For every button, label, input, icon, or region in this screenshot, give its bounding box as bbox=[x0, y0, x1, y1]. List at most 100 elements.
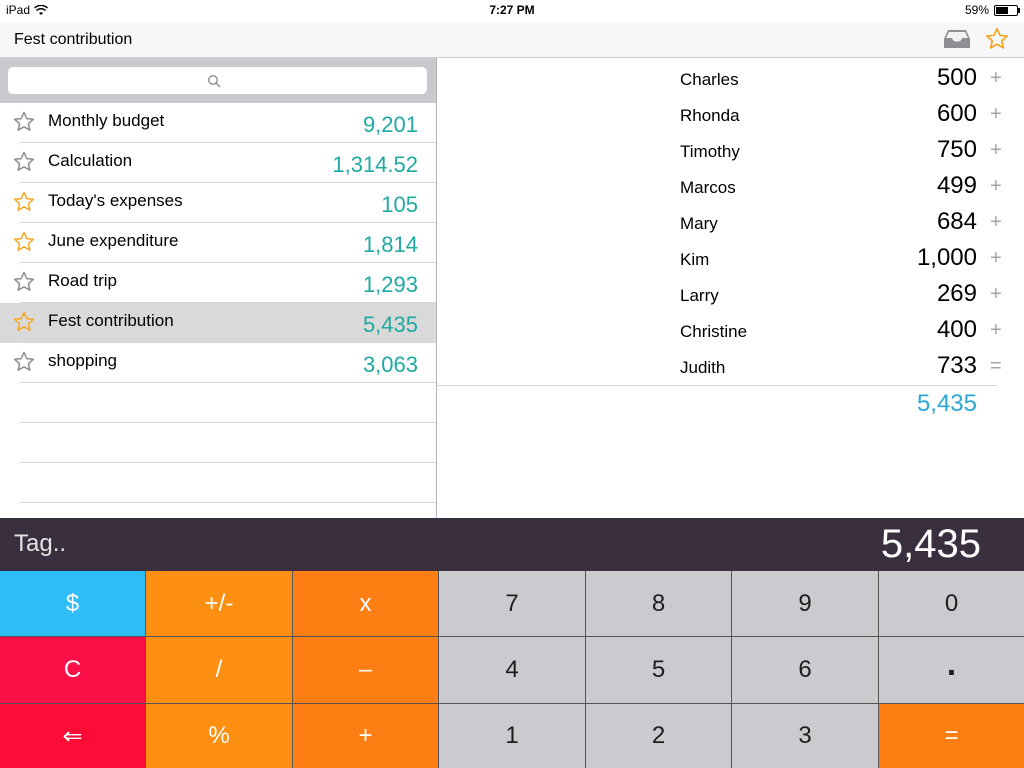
entry-row[interactable]: Mary 684 + bbox=[437, 202, 1024, 238]
entry-operator: + bbox=[990, 103, 1002, 125]
keypad: $ +/- x 7 8 9 0 C / –4 5 6. ⇐% +1 2 3 = bbox=[0, 571, 1024, 768]
total-divider bbox=[437, 385, 997, 386]
key-7[interactable]: 7 bbox=[439, 571, 585, 636]
multiply-key[interactable]: x bbox=[293, 571, 438, 636]
entry-label[interactable]: Rhonda bbox=[680, 106, 740, 126]
sheet-row[interactable]: June expenditure 1,814 bbox=[0, 223, 436, 263]
entry-value[interactable]: 1,000 bbox=[917, 244, 977, 272]
search-icon bbox=[207, 74, 221, 88]
entry-value[interactable]: 269 bbox=[937, 280, 977, 308]
status-time: 7:27 PM bbox=[489, 3, 535, 17]
entry-label[interactable]: Christine bbox=[680, 322, 747, 342]
status-bar: iPad 7:27 PM 59% bbox=[0, 0, 1024, 22]
favorite-star-icon[interactable] bbox=[984, 26, 1010, 52]
entry-row[interactable]: Judith 733 = bbox=[437, 346, 1024, 382]
entry-value[interactable]: 400 bbox=[937, 316, 977, 344]
entry-row[interactable]: Rhonda 600 + bbox=[437, 94, 1024, 130]
empty-row bbox=[0, 463, 436, 503]
star-icon[interactable] bbox=[12, 350, 36, 374]
search-bar bbox=[0, 58, 436, 103]
entry-label[interactable]: Mary bbox=[680, 214, 718, 234]
entry-operator: + bbox=[990, 67, 1002, 89]
entry-operator: + bbox=[990, 139, 1002, 161]
entry-operator: = bbox=[990, 355, 1002, 377]
key-8[interactable]: 8 bbox=[586, 571, 731, 636]
dollar-key[interactable]: $ bbox=[0, 571, 145, 636]
sheet-value: 1,814 bbox=[362, 232, 418, 257]
entry-operator: + bbox=[990, 247, 1002, 269]
key-9[interactable]: 9 bbox=[732, 571, 878, 636]
sheet-value: 9,201 bbox=[362, 112, 418, 137]
battery-percent: 59% bbox=[964, 3, 989, 17]
entry-row[interactable]: Timothy 750 + bbox=[437, 130, 1024, 166]
sheet-row[interactable]: Monthly budget 9,201 bbox=[0, 103, 436, 143]
key-3[interactable]: 3 bbox=[732, 704, 878, 768]
key-2[interactable]: 2 bbox=[586, 704, 731, 768]
sheet-row[interactable]: Calculation 1,314.52 bbox=[0, 143, 436, 183]
sheet-row[interactable]: Today's expenses 105 bbox=[0, 183, 436, 223]
sheet-name: Today's expenses bbox=[48, 191, 183, 210]
key-6[interactable]: 6 bbox=[732, 637, 878, 703]
key-4[interactable]: 4 bbox=[439, 637, 585, 703]
battery-icon bbox=[994, 4, 1020, 16]
entry-row[interactable]: Marcos 499 + bbox=[437, 166, 1024, 202]
entry-operator: + bbox=[990, 175, 1002, 197]
backspace-key[interactable]: ⇐ bbox=[0, 704, 145, 768]
clear-key[interactable]: C bbox=[0, 637, 145, 703]
entry-row[interactable]: Charles 500 + bbox=[437, 58, 1024, 94]
star-icon[interactable] bbox=[12, 230, 36, 254]
entry-row[interactable]: Kim 1,000 + bbox=[437, 238, 1024, 274]
add-key[interactable]: + bbox=[293, 704, 438, 768]
entry-row[interactable]: Christine 400 + bbox=[437, 310, 1024, 346]
sheet-row[interactable]: Road trip 1,293 bbox=[0, 263, 436, 303]
entry-operator: + bbox=[990, 283, 1002, 305]
empty-row bbox=[0, 383, 436, 423]
sign-key[interactable]: +/- bbox=[146, 571, 292, 636]
entry-value[interactable]: 499 bbox=[937, 172, 977, 200]
sheet-name: Fest contribution bbox=[48, 311, 174, 330]
calculator-display: Tag.. 5,435 bbox=[0, 518, 1024, 571]
equals-key[interactable]: = bbox=[879, 704, 1024, 768]
decimal-key[interactable]: . bbox=[879, 637, 1024, 703]
tag-field[interactable]: Tag.. bbox=[14, 530, 66, 558]
subtract-key[interactable]: – bbox=[293, 637, 438, 703]
key-1[interactable]: 1 bbox=[439, 704, 585, 768]
key-5[interactable]: 5 bbox=[586, 637, 731, 703]
sheet-name: June expenditure bbox=[48, 231, 179, 250]
entry-value[interactable]: 600 bbox=[937, 100, 977, 128]
entry-operator: + bbox=[990, 319, 1002, 341]
sheet-value: 1,314.52 bbox=[332, 152, 418, 177]
sheet-value: 5,435 bbox=[362, 312, 418, 337]
star-icon[interactable] bbox=[12, 190, 36, 214]
star-icon[interactable] bbox=[12, 270, 36, 294]
percent-key[interactable]: % bbox=[146, 704, 292, 768]
calculation-pane: Charles 500 + Rhonda 600 + Timothy 750 + Marcos 49… bbox=[437, 58, 1024, 518]
entry-value[interactable]: 500 bbox=[937, 64, 977, 92]
empty-row bbox=[0, 423, 436, 463]
star-icon[interactable] bbox=[12, 310, 36, 334]
sheet-row[interactable]: shopping 3,063 bbox=[0, 343, 436, 383]
sheet-list-pane: Monthly budget 9,201 Calculation 1,314.52 To… bbox=[0, 58, 437, 518]
nav-bar: Fest contribution bbox=[0, 22, 1024, 58]
entry-label[interactable]: Kim bbox=[680, 250, 709, 270]
entry-value[interactable]: 750 bbox=[937, 136, 977, 164]
key-0[interactable]: 0 bbox=[879, 571, 1024, 636]
entry-label[interactable]: Timothy bbox=[680, 142, 740, 162]
search-input[interactable] bbox=[8, 67, 427, 94]
entry-value[interactable]: 684 bbox=[937, 208, 977, 236]
sheet-name: Calculation bbox=[48, 151, 133, 170]
sheet-value: 105 bbox=[381, 192, 418, 217]
entry-label[interactable]: Larry bbox=[680, 286, 719, 306]
star-icon[interactable] bbox=[12, 110, 36, 134]
entry-row[interactable]: Larry 269 + bbox=[437, 274, 1024, 310]
total-value: 5,435 bbox=[916, 390, 977, 417]
entry-label[interactable]: Judith bbox=[680, 358, 725, 378]
entry-label[interactable]: Marcos bbox=[680, 178, 736, 198]
star-icon[interactable] bbox=[12, 150, 36, 174]
entry-value[interactable]: 733 bbox=[937, 352, 977, 380]
inbox-icon[interactable] bbox=[943, 28, 971, 50]
divide-key[interactable]: / bbox=[146, 637, 292, 703]
sheet-value: 1,293 bbox=[362, 272, 418, 297]
sheet-row[interactable]: Fest contribution 5,435 bbox=[0, 303, 436, 343]
entry-label[interactable]: Charles bbox=[680, 70, 739, 90]
